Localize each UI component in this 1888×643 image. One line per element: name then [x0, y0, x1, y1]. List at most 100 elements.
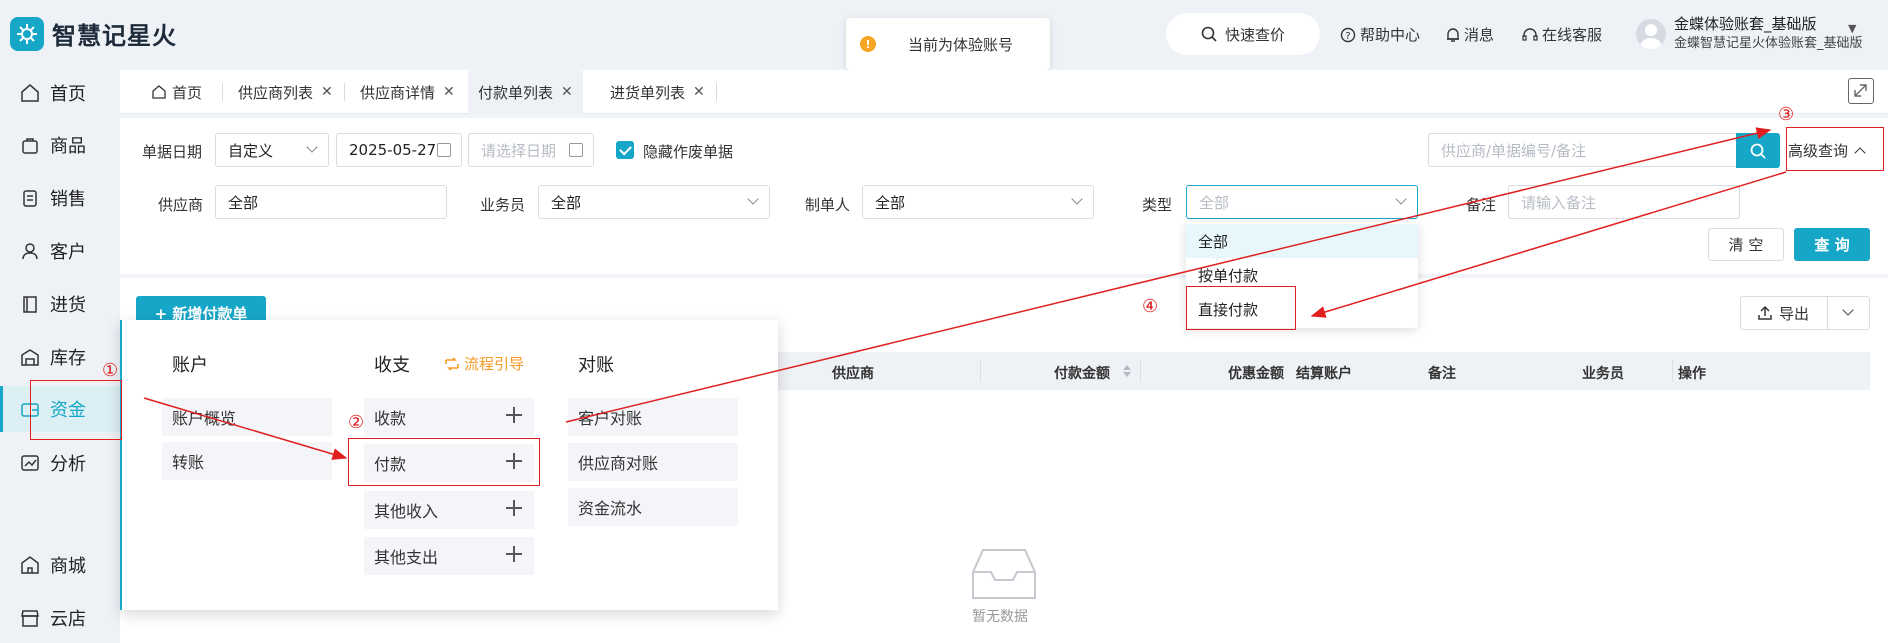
- sidebar-item-purchase[interactable]: 进货: [0, 281, 120, 327]
- supplier-select[interactable]: 全部: [215, 185, 447, 219]
- plus-icon[interactable]: [506, 500, 522, 516]
- sidebar-item-analysis[interactable]: 分析: [0, 440, 120, 486]
- app-name: 智慧记星火: [52, 22, 177, 50]
- menu-item-fund-flow[interactable]: 资金流水: [568, 488, 738, 526]
- column-divider: [980, 360, 981, 382]
- plus-icon[interactable]: [506, 407, 522, 423]
- fullscreen-icon[interactable]: [1848, 78, 1874, 104]
- tab-home[interactable]: 首页: [142, 70, 212, 114]
- close-icon[interactable]: ✕: [693, 84, 705, 100]
- empty-box-icon: [972, 549, 1036, 599]
- trial-account-toast: ! 当前为体验账号: [846, 18, 1050, 70]
- annotation-step-1: ①: [102, 360, 119, 381]
- empty-state-text: 暂无数据: [972, 609, 1028, 625]
- sidebar-item-customers[interactable]: 客户: [0, 228, 120, 274]
- sidebar-item-home[interactable]: 首页: [0, 70, 120, 116]
- menu-item-supplier-reconcile[interactable]: 供应商对账: [568, 443, 738, 481]
- chevron-down-icon: [1071, 193, 1083, 205]
- user-menu[interactable]: 金蝶体验账套_基础版 金蝶智慧记星火体验账套_基础版: [1636, 14, 1863, 54]
- menu-item-customer-reconcile[interactable]: 客户对账: [568, 398, 738, 436]
- maker-select[interactable]: 全部: [862, 185, 1094, 219]
- column-header-actions: 操作: [1678, 366, 1706, 382]
- clear-button[interactable]: 清 空: [1708, 228, 1784, 261]
- divider: [1827, 297, 1828, 329]
- chevron-down-icon[interactable]: [1842, 304, 1854, 316]
- remark-label: 备注: [1466, 196, 1497, 214]
- date-end-input[interactable]: 请选择日期: [468, 133, 594, 167]
- sidebar-item-goods[interactable]: 商品: [0, 122, 120, 168]
- export-button[interactable]: 导出: [1740, 296, 1870, 330]
- type-label: 类型: [1142, 196, 1173, 214]
- calendar-icon: [569, 143, 583, 157]
- tab-separator: [716, 83, 717, 101]
- annotation-box-direct-payment: [1186, 286, 1296, 330]
- remark-input[interactable]: 请输入备注: [1508, 185, 1740, 219]
- annotation-step-2: ②: [348, 412, 365, 433]
- process-guide-link[interactable]: 流程引导: [444, 353, 524, 374]
- maker-label: 制单人: [805, 196, 851, 214]
- search-icon: [1201, 26, 1217, 42]
- tab-supplier-detail[interactable]: 供应商详情 ✕: [350, 70, 465, 114]
- search-input[interactable]: 供应商/单据编号/备注: [1428, 133, 1738, 167]
- column-header-salesman: 业务员: [1582, 366, 1624, 382]
- warning-icon: !: [860, 36, 876, 52]
- tab-separator: [222, 83, 223, 101]
- sidebar-item-sales[interactable]: 销售: [0, 175, 120, 221]
- column-header-payment-amount[interactable]: 付款金额: [1054, 363, 1110, 383]
- dropdown-option-all[interactable]: 全部: [1186, 224, 1418, 258]
- column-header-remark: 备注: [1428, 366, 1456, 382]
- online-service-link[interactable]: 在线客服: [1522, 24, 1602, 45]
- menu-item-account-overview[interactable]: 账户概览: [162, 398, 332, 436]
- menu-item-other-expense[interactable]: 其他支出: [364, 537, 534, 575]
- quick-price-button[interactable]: 快速查价: [1166, 13, 1320, 55]
- annotation-step-4: ④: [1142, 296, 1159, 317]
- query-button[interactable]: 查 询: [1794, 228, 1870, 261]
- messages-link[interactable]: 消息: [1446, 24, 1494, 45]
- book-icon: [23, 296, 37, 313]
- chevron-down-icon: [747, 193, 759, 205]
- home-icon: [21, 84, 39, 102]
- sidebar: 首页 商品 销售 客户 进货 库存 资金 分析 商城 云店: [0, 68, 120, 643]
- toast-text: 当前为体验账号: [908, 35, 1014, 54]
- help-icon: ?: [1340, 27, 1356, 42]
- type-select[interactable]: 全部: [1186, 185, 1418, 219]
- salesman-select[interactable]: 全部: [538, 185, 770, 219]
- menu-section-reconcile: 对账: [578, 355, 614, 376]
- tab-supplier-list[interactable]: 供应商列表 ✕: [228, 70, 343, 114]
- date-mode-select[interactable]: 自定义: [215, 133, 329, 167]
- annotation-box-funds: [30, 380, 122, 440]
- close-icon[interactable]: ✕: [321, 84, 333, 100]
- plus-icon[interactable]: [506, 546, 522, 562]
- menu-item-other-income[interactable]: 其他收入: [364, 491, 534, 529]
- user-account: 金蝶智慧记星火体验账套_基础版: [1674, 36, 1863, 51]
- app-logo[interactable]: 智慧记星火: [10, 16, 177, 51]
- quick-price-label: 快速查价: [1224, 25, 1285, 44]
- user-caret-icon[interactable]: ▼: [1848, 22, 1856, 35]
- tab-payment-list[interactable]: 付款单列表 ✕: [468, 70, 583, 114]
- menu-item-receipt[interactable]: 收款: [364, 398, 534, 436]
- supplier-label: 供应商: [158, 196, 204, 214]
- column-header-account: 结算账户: [1296, 366, 1352, 382]
- shop-icon: [21, 556, 39, 574]
- chart-icon: [21, 455, 39, 471]
- sidebar-item-mall[interactable]: 商城: [0, 542, 120, 588]
- sort-icon[interactable]: [1122, 364, 1132, 378]
- home-icon: [152, 85, 166, 99]
- close-icon[interactable]: ✕: [561, 84, 573, 100]
- flow-icon: [445, 356, 459, 371]
- close-icon[interactable]: ✕: [443, 84, 455, 100]
- store-icon: [21, 610, 39, 627]
- salesman-label: 业务员: [480, 196, 526, 214]
- bell-icon: [1447, 27, 1459, 42]
- column-header-discount: 优惠金额: [1228, 366, 1284, 382]
- hide-void-checkbox[interactable]: [616, 141, 634, 159]
- tab-purchase-list[interactable]: 进货单列表 ✕: [600, 70, 715, 114]
- search-icon: [1750, 143, 1766, 159]
- date-start-input[interactable]: 2025-05-27: [336, 133, 462, 167]
- sidebar-item-cloud-store[interactable]: 云店: [0, 595, 120, 641]
- annotation-step-3: ③: [1778, 104, 1795, 125]
- svg-text:?: ?: [1345, 31, 1350, 42]
- menu-item-transfer[interactable]: 转账: [162, 442, 332, 480]
- help-center-link[interactable]: ? 帮助中心: [1340, 24, 1420, 45]
- search-button[interactable]: [1736, 133, 1780, 168]
